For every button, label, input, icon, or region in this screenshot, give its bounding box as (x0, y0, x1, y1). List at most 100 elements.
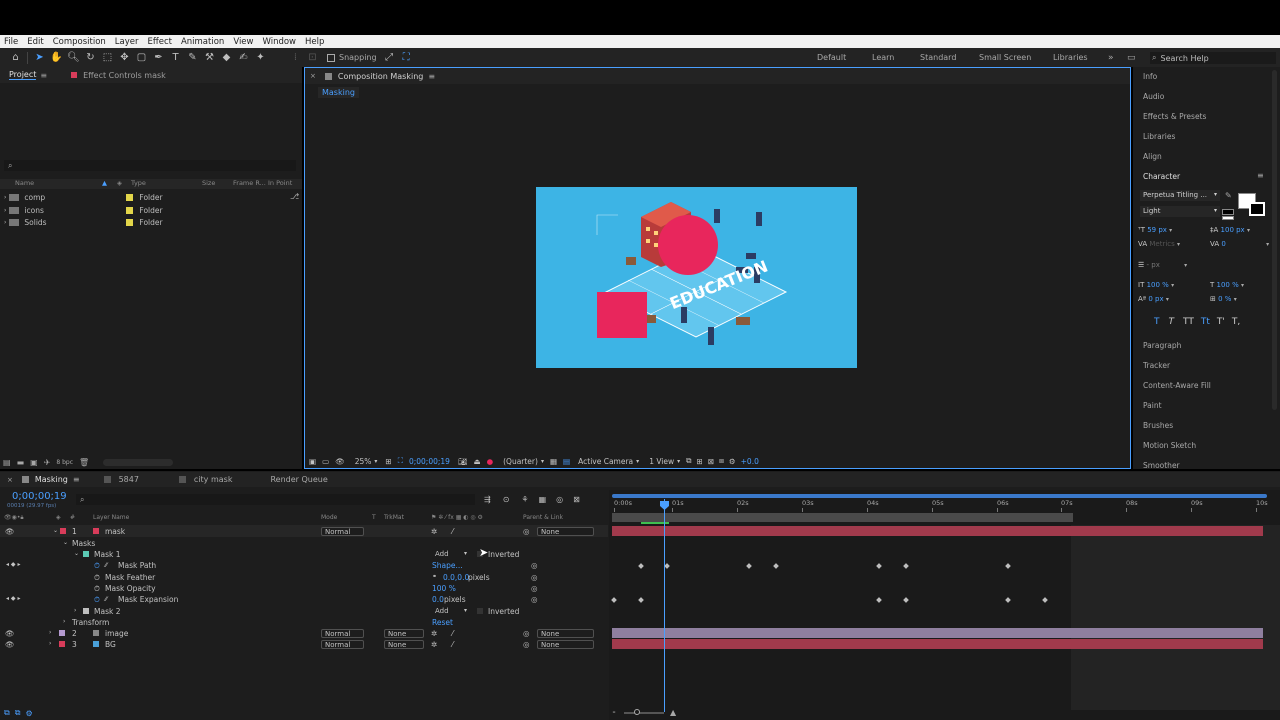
quality-switch-icon[interactable]: ⁄ (452, 629, 453, 638)
zoom-slider-thumb[interactable] (634, 708, 640, 715)
menu-composition[interactable]: Composition (53, 37, 106, 47)
transform-group-label[interactable]: Transform (72, 618, 109, 627)
roto-brush-tool-icon[interactable]: ✍ (235, 50, 252, 65)
graph-editor-icon[interactable]: ⊠ (573, 495, 580, 504)
visibility-eye-icon[interactable]: 👁︎ (5, 629, 15, 638)
snap-edge-icon[interactable]: ⤢ (381, 50, 398, 65)
composition-mini-flowchart-icon[interactable]: ⇶ (484, 495, 491, 504)
panel-character[interactable]: Character (1143, 172, 1180, 181)
layer-bar-bg[interactable] (612, 639, 1263, 649)
stroke-width-value[interactable]: - px (1147, 261, 1160, 269)
chevron-down-icon[interactable]: ▾ (374, 458, 377, 465)
panel-libraries[interactable]: Libraries (1143, 132, 1175, 141)
panel-paint[interactable]: Paint (1143, 401, 1162, 410)
workspace-learn[interactable]: Learn (872, 53, 894, 62)
quality-switch-icon[interactable]: ⁄ (452, 527, 453, 536)
expression-pickwhip-icon[interactable]: ◎ (531, 584, 538, 593)
panel-menu-icon[interactable]: ≡ (40, 71, 47, 80)
label-swatch[interactable] (126, 194, 134, 201)
parent-select[interactable]: None (537, 629, 594, 638)
home-icon[interactable]: ⌂ (7, 50, 24, 65)
bpc-label[interactable]: 8 bpc (56, 459, 73, 466)
expression-pickwhip-icon[interactable]: ◎ (531, 595, 538, 604)
zoom-out-icon[interactable]: ⁃ (612, 708, 616, 717)
track-matte-select[interactable]: None (384, 629, 424, 638)
shy-switch-icon[interactable]: ✲ (431, 640, 437, 649)
track-matte-select[interactable]: None (384, 640, 424, 649)
eraser-tool-icon[interactable]: ◆ (218, 50, 235, 65)
toggle-pixel-icon[interactable]: ⧉ (686, 456, 691, 466)
chevron-down-icon[interactable]: ▾ (1247, 227, 1250, 234)
panel-smoother[interactable]: Smoother (1143, 461, 1180, 470)
layer-name[interactable]: BG (105, 640, 116, 649)
chevron-down-icon[interactable]: ▾ (1166, 296, 1169, 303)
panel-align[interactable]: Align (1143, 152, 1162, 161)
stopwatch-icon[interactable]: ⏱︎ (94, 573, 100, 583)
panel-info[interactable]: Info (1143, 72, 1157, 81)
keyframe-nav-icon[interactable]: ◂ ◆ ▸ (6, 561, 20, 568)
chevron-down-icon[interactable]: ▾ (1177, 241, 1180, 248)
col-in-point[interactable]: In Point (268, 179, 292, 187)
snapping-checkbox[interactable] (327, 53, 335, 62)
time-navigator[interactable] (612, 494, 1267, 498)
project-item[interactable]: › Solids Folder (4, 218, 294, 227)
visibility-eye-icon[interactable]: 👁︎ (5, 640, 15, 649)
menu-edit[interactable]: Edit (27, 37, 43, 47)
exposure-value[interactable]: +0.0 (741, 457, 759, 466)
layer-bar-image[interactable] (612, 628, 1263, 638)
col-mode[interactable]: Mode (321, 514, 337, 521)
stroke-color-swatch[interactable] (1249, 202, 1265, 216)
composition-viewer[interactable]: EDUCATION (536, 187, 857, 368)
chevron-down-icon[interactable]: ▾ (1234, 296, 1237, 303)
mask-path-value[interactable]: Shape... (432, 561, 463, 570)
search-help-field[interactable]: ⌕ Search Help (1150, 52, 1276, 64)
layer-name[interactable]: image (105, 629, 128, 638)
col-t[interactable]: T (372, 514, 376, 521)
always-preview-icon[interactable]: ▣ (309, 457, 316, 466)
col-type[interactable]: Type (131, 179, 146, 187)
small-caps-button[interactable]: Tt (1201, 317, 1210, 327)
chevron-down-icon[interactable]: ▾ (1171, 282, 1174, 289)
type-tool-icon[interactable]: T (167, 50, 184, 65)
region-icon[interactable]: ⛶ (398, 456, 403, 466)
layer-switches-toggle-icon[interactable]: ⧉ (4, 708, 10, 718)
visibility-eye-icon[interactable]: 👁︎ (5, 527, 15, 536)
snap-grid-icon[interactable]: ⛶ (398, 50, 415, 65)
panel-motion-sketch[interactable]: Motion Sketch (1143, 441, 1196, 450)
stopwatch-icon[interactable]: ⏱︎ (94, 584, 100, 594)
col-layer-name[interactable]: Layer Name (93, 514, 129, 521)
expand-icon[interactable]: ⌄ (74, 550, 79, 557)
all-caps-button[interactable]: TT (1183, 317, 1194, 327)
mask-rect-shape[interactable] (597, 292, 647, 338)
baseline-value[interactable]: 0 px (1148, 295, 1163, 303)
label-col-icon[interactable]: ◈ (117, 179, 122, 187)
white-swatch[interactable] (1222, 216, 1234, 220)
tab-project[interactable]: Project (9, 70, 37, 80)
superscript-button[interactable]: T' (1217, 317, 1225, 327)
time-ruler[interactable]: 0:00s 01s 02s 03s 04s 05s 06s 07s 08s 09s 10s (609, 499, 1280, 512)
kerning-value[interactable]: Metrics (1149, 240, 1174, 248)
mask-color-swatch[interactable] (83, 608, 89, 614)
rectangle-tool-icon[interactable]: ▢ (133, 50, 150, 65)
view-layout-select[interactable]: 1 View (649, 457, 674, 466)
expand-icon[interactable]: › (4, 207, 6, 214)
brush-tool-icon[interactable]: ✎ (184, 50, 201, 65)
trash-icon[interactable]: 🗑︎ (79, 458, 89, 467)
workspace-standard[interactable]: Standard (920, 53, 956, 62)
draft-3d-icon[interactable]: ⊙ (503, 495, 510, 504)
font-size-value[interactable]: 59 px (1147, 226, 1167, 234)
workspace-panel-icon[interactable]: ▭ (1127, 53, 1136, 63)
menu-help[interactable]: Help (305, 37, 324, 47)
menu-file[interactable]: File (4, 37, 18, 47)
transparency-grid-icon[interactable]: ▦ (550, 457, 557, 466)
faux-italic-button[interactable]: T (1169, 317, 1175, 327)
eyedropper-icon[interactable]: ✎ (1225, 191, 1232, 200)
transfer-controls-toggle-icon[interactable]: ⧉ (15, 708, 21, 718)
channel-icon[interactable]: ● (487, 457, 494, 466)
chevron-down-icon[interactable]: ▾ (1184, 262, 1187, 269)
inverted-checkbox[interactable] (477, 608, 483, 614)
mask-opacity-value[interactable]: 100 % (432, 584, 456, 593)
panel-audio[interactable]: Audio (1143, 92, 1164, 101)
more-workspaces-icon[interactable]: » (1108, 53, 1114, 63)
right-panel-scrollbar[interactable] (1272, 70, 1277, 410)
